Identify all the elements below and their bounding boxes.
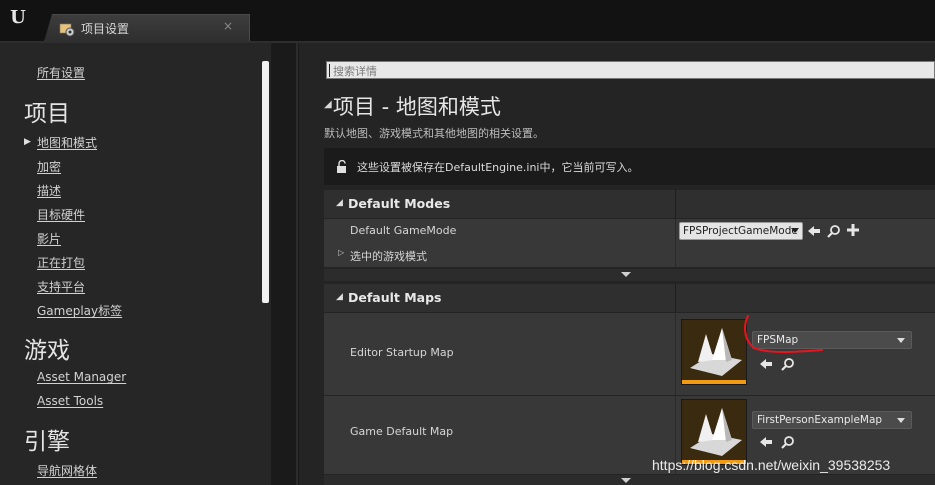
section-title: Default Maps: [348, 290, 442, 305]
property-label: Default GameMode: [350, 224, 457, 237]
advanced-toggle[interactable]: [324, 269, 935, 281]
map-asset-icon: [682, 400, 746, 460]
use-selected-arrow-icon[interactable]: [759, 435, 773, 449]
sidebar-item-packaging[interactable]: 正在打包: [37, 254, 85, 271]
map-asset-icon: [682, 320, 746, 380]
settings-gear-icon: [59, 23, 75, 37]
expand-arrow-icon: ◢: [336, 198, 343, 208]
map-thumbnail[interactable]: [681, 319, 747, 385]
watermark-text: https://blog.csdn.net/weixin_39538253: [652, 457, 891, 473]
sidebar-scrollbar[interactable]: [262, 61, 269, 303]
map-thumbnail[interactable]: [681, 399, 747, 465]
sidebar-item-asset-tools[interactable]: Asset Tools: [37, 394, 103, 408]
tab-project-settings[interactable]: 项目设置 ×: [44, 14, 250, 42]
sidebar-item-supported-platforms[interactable]: 支持平台: [37, 278, 85, 295]
row-default-gamemode: Default GameMode FPSProjectGameMode: [324, 219, 935, 243]
details-panel: 搜索详情 ◢ 项目 - 地图和模式 默认地图、游戏模式和其他地图的相关设置。 这…: [299, 43, 935, 485]
sidebar-heading-project: 项目: [24, 101, 70, 127]
browse-search-icon[interactable]: [827, 224, 841, 238]
tab-label: 项目设置: [81, 22, 130, 36]
search-placeholder: 搜索详情: [333, 65, 377, 78]
add-plus-icon[interactable]: [846, 223, 860, 237]
property-label: Game Default Map: [350, 425, 454, 438]
text-caret: [329, 64, 330, 77]
use-selected-arrow-icon[interactable]: [759, 357, 773, 371]
notice-text: 这些设置被保存在DefaultEngine.ini中，它当前可写入。: [357, 161, 639, 174]
browse-search-icon[interactable]: [781, 435, 795, 449]
expand-arrow-icon: ◢: [336, 292, 343, 302]
gamemode-dropdown[interactable]: FPSProjectGameMode: [679, 222, 803, 240]
expand-arrow-icon: ▷: [338, 248, 345, 257]
panel-splitter[interactable]: [271, 43, 299, 485]
chevron-down-icon: [897, 418, 905, 423]
sidebar-all-settings[interactable]: 所有设置: [37, 64, 85, 81]
section-default-modes[interactable]: ◢ Default Modes: [324, 190, 935, 218]
property-label: 选中的游戏模式: [350, 250, 427, 263]
config-notice: 这些设置被保存在DefaultEngine.ini中，它当前可写入。: [324, 148, 935, 185]
chevron-down-icon: [621, 272, 631, 277]
editor-startup-map-dropdown[interactable]: FPSMap: [752, 331, 912, 349]
unlock-icon: [337, 160, 346, 173]
sidebar-item-asset-manager[interactable]: Asset Manager: [37, 370, 126, 384]
search-input[interactable]: 搜索详情: [326, 61, 935, 79]
sidebar-item-description[interactable]: 描述: [37, 182, 61, 199]
chevron-down-icon: [897, 338, 905, 343]
sidebar-item-encryption[interactable]: 加密: [37, 158, 61, 175]
chevron-down-icon: [621, 478, 631, 483]
browse-search-icon[interactable]: [781, 357, 795, 371]
sidebar-heading-game: 游戏: [24, 338, 70, 364]
game-default-map-dropdown[interactable]: FirstPersonExampleMap: [752, 411, 912, 429]
asset-type-bar: [682, 380, 746, 384]
section-default-maps[interactable]: ◢ Default Maps: [324, 284, 935, 312]
sidebar-item-gameplay-tags[interactable]: Gameplay标签: [37, 302, 122, 319]
settings-sidebar: 所有设置 项目 ▶ 地图和模式 加密 描述 目标硬件 影片 正在打包 支持平台 …: [0, 43, 271, 485]
page-title: 项目 - 地图和模式: [333, 95, 501, 119]
row-selected-gamemode[interactable]: ▷ 选中的游戏模式: [324, 243, 935, 267]
sidebar-item-target-hardware[interactable]: 目标硬件: [37, 206, 85, 223]
section-title: Default Modes: [348, 196, 451, 211]
sidebar-heading-engine: 引擎: [24, 429, 70, 455]
use-selected-arrow-icon[interactable]: [807, 224, 821, 238]
property-label: Editor Startup Map: [350, 346, 454, 359]
game-default-map-value: FirstPersonExampleMap: [757, 414, 883, 426]
title-collapse-icon[interactable]: ◢: [324, 99, 332, 110]
advanced-toggle[interactable]: [324, 475, 935, 485]
unreal-logo-icon[interactable]: U: [6, 6, 30, 30]
title-bar: U 项目设置 ×: [0, 0, 935, 43]
close-tab-icon[interactable]: ×: [223, 19, 233, 33]
sidebar-item-navmesh[interactable]: 导航网格体: [37, 462, 97, 479]
gamemode-value: FPSProjectGameMode: [683, 225, 798, 237]
sidebar-item-maps-modes[interactable]: 地图和模式: [37, 134, 97, 151]
row-editor-startup-map: Editor Startup Map FPSMap: [324, 313, 935, 395]
page-description: 默认地图、游戏模式和其他地图的相关设置。: [324, 127, 544, 140]
sidebar-item-movies[interactable]: 影片: [37, 230, 61, 247]
selected-arrow-icon: ▶: [24, 137, 31, 147]
chevron-down-icon: [791, 228, 799, 233]
editor-startup-map-value: FPSMap: [757, 334, 799, 346]
